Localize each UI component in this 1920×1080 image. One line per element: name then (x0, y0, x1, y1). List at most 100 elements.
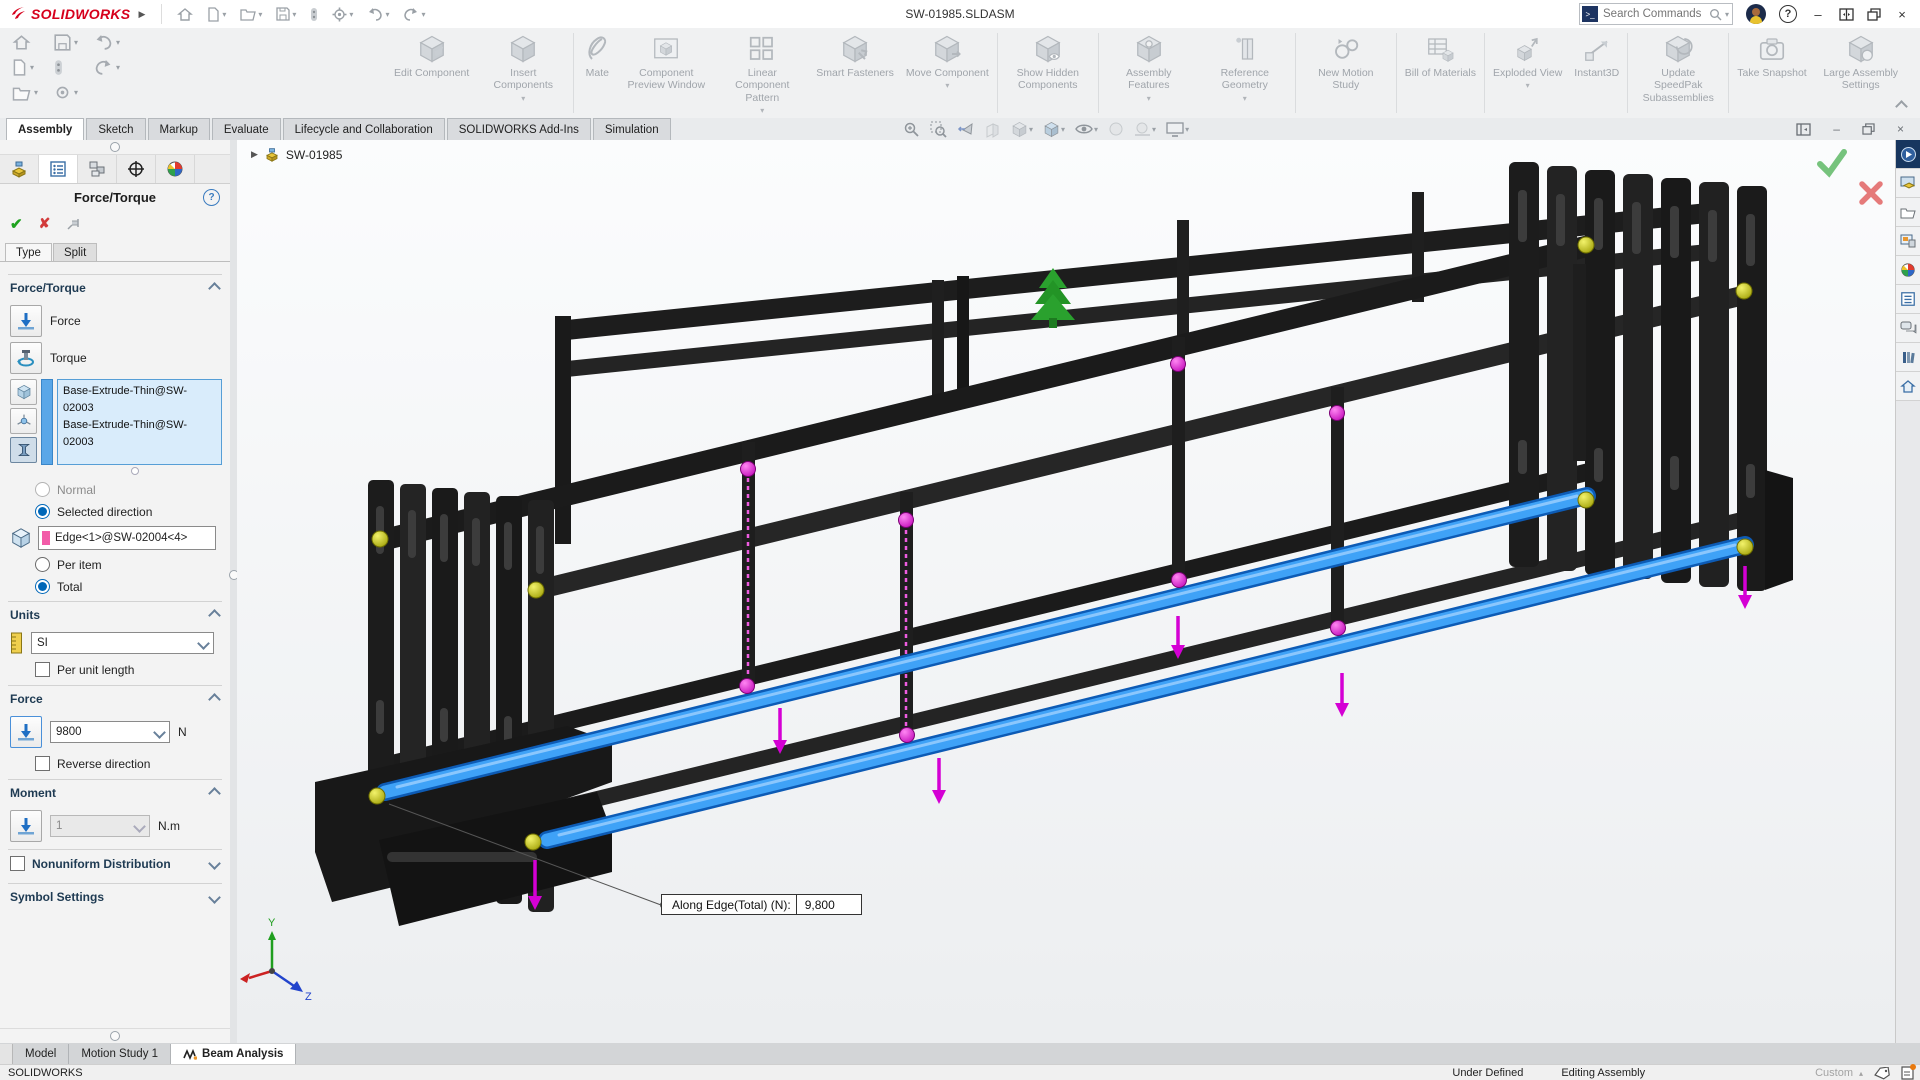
attach-button[interactable] (310, 7, 318, 22)
open-button-large[interactable]: ▾ (12, 84, 38, 101)
tab-design-library[interactable] (1896, 343, 1920, 372)
radio-row-per-item[interactable]: Per item (35, 557, 222, 572)
tab-scroll-button[interactable] (0, 1044, 13, 1064)
home-button-large[interactable] (12, 34, 38, 51)
tag-button[interactable] (1874, 1067, 1891, 1080)
undo-button-large[interactable]: ▾ (94, 34, 120, 51)
nonuniform-distribution-checkbox[interactable] (10, 856, 25, 871)
close-window-button[interactable]: × (1894, 7, 1910, 22)
mode-tab-type[interactable]: Type (5, 243, 52, 261)
tab-evaluate[interactable]: Evaluate (212, 118, 281, 140)
tab-propertymanager[interactable] (39, 155, 78, 183)
user-avatar[interactable] (1746, 4, 1766, 24)
hide-show-items-button[interactable]: ▾ (1072, 122, 1101, 136)
tab-configurationmanager[interactable] (78, 155, 117, 183)
undo-button[interactable]: ▾ (367, 8, 389, 21)
tab-file-explorer[interactable] (1896, 198, 1920, 227)
ribbon-linear-component-pattern[interactable]: Linear Component Pattern▾ (714, 31, 810, 116)
search-icon[interactable] (1709, 8, 1722, 21)
ribbon-new-motion-study[interactable]: New Motion Study (1298, 31, 1394, 92)
tab-appearances[interactable] (1896, 256, 1920, 285)
radio-row-normal[interactable]: Normal (35, 482, 222, 497)
restore-window-button[interactable] (1867, 8, 1881, 21)
per-unit-length-row[interactable]: Per unit length (35, 662, 222, 677)
torque-type-button[interactable] (10, 342, 42, 374)
selection-item[interactable]: Base-Extrude-Thin@SW-02003 (63, 383, 216, 417)
right-fin-block[interactable] (1509, 162, 1793, 591)
selected-direction-radio[interactable] (35, 504, 50, 519)
force-value-button[interactable] (10, 716, 42, 748)
search-dropdown-icon[interactable]: ▾ (1725, 10, 1729, 19)
direction-reference-box[interactable]: Edge<1>@SW-02004<4> (38, 526, 216, 550)
ok-button[interactable]: ✔ (10, 215, 23, 233)
collapse-ribbon-button[interactable] (1897, 100, 1906, 114)
breadcrumb[interactable]: ▶ SW-01985 (251, 147, 342, 162)
tab-view-palette[interactable] (1896, 227, 1920, 256)
select-beam-filter-button[interactable] (10, 437, 37, 463)
document-close-button[interactable]: × (1897, 122, 1904, 136)
home-button[interactable] (177, 7, 193, 22)
splitter-handle-icon[interactable] (110, 1031, 120, 1041)
new-document-dropdown-icon[interactable]: ▾ (222, 10, 226, 19)
redo-button-large[interactable]: ▾ (94, 59, 120, 76)
group-units[interactable]: Units (8, 601, 222, 627)
left-fin-block[interactable] (315, 480, 612, 926)
ribbon-component-preview-window[interactable]: Component Preview Window (618, 31, 714, 92)
new-document-button[interactable]: ▾ (207, 7, 226, 22)
search-commands-input[interactable] (1601, 7, 1709, 21)
ribbon-instant3d[interactable]: Instant3D (1568, 31, 1625, 79)
notifications-button[interactable] (1901, 1066, 1914, 1080)
per-unit-length-checkbox[interactable] (35, 662, 50, 677)
tab-beam-analysis[interactable]: Beam Analysis (171, 1044, 296, 1064)
attach-button-large[interactable] (54, 59, 78, 76)
pane-toggle-button[interactable] (1796, 123, 1811, 136)
display-style-button[interactable]: ▾ (1040, 121, 1068, 138)
view-orientation-button[interactable]: ▾ (1008, 121, 1036, 138)
tab-3dexperience[interactable] (1896, 140, 1920, 169)
tab-featuremanager[interactable] (0, 155, 39, 183)
ribbon-insert-components[interactable]: Insert Components▾ (475, 31, 571, 103)
confirmation-ok-button[interactable] (1815, 148, 1849, 178)
tab-simulation[interactable]: Simulation (593, 118, 671, 140)
tab-dimxpertmanager[interactable] (117, 155, 156, 183)
logo-expand-arrow-icon[interactable]: ▶ (138, 9, 145, 20)
ribbon-take-snapshot[interactable]: Take Snapshot (1731, 31, 1812, 79)
cancel-button[interactable]: ✘ (39, 215, 51, 232)
options-gear-button[interactable]: ▾ (332, 7, 353, 22)
previous-view-button[interactable] (954, 121, 977, 138)
normal-radio[interactable] (35, 482, 50, 497)
options-dropdown-icon[interactable]: ▾ (349, 10, 353, 19)
confirmation-cancel-button[interactable] (1858, 180, 1884, 206)
split-pane-button[interactable] (1839, 8, 1854, 21)
ribbon-move-component[interactable]: Move Component▾ (900, 31, 995, 91)
tab-custom-properties[interactable] (1896, 285, 1920, 314)
options-gear-button-large[interactable]: ▾ (54, 84, 78, 101)
ribbon-large-assembly-settings[interactable]: Large Assembly Settings (1813, 31, 1909, 92)
group-force[interactable]: Force (8, 685, 222, 711)
edit-appearance-button[interactable] (1105, 121, 1127, 137)
select-face-filter-button[interactable] (10, 379, 37, 405)
tab-motion-study-1[interactable]: Motion Study 1 (69, 1044, 171, 1064)
mode-tab-split[interactable]: Split (53, 243, 97, 261)
radio-row-selected-direction[interactable]: Selected direction (35, 504, 222, 519)
save-dropdown-icon[interactable]: ▾ (292, 10, 296, 19)
document-restore-button[interactable] (1862, 123, 1875, 135)
group-moment[interactable]: Moment (8, 779, 222, 805)
undo-dropdown-icon[interactable]: ▾ (385, 10, 389, 19)
custom-dropdown-icon[interactable]: ▴ (1859, 1069, 1863, 1078)
ribbon-show-hidden-components[interactable]: Show Hidden Components (1000, 31, 1096, 92)
ribbon-exploded-view[interactable]: Exploded View▾ (1487, 31, 1568, 91)
listbox-resize-handle[interactable] (48, 467, 222, 475)
per-item-radio[interactable] (35, 557, 50, 572)
selected-beam-front[interactable] (547, 545, 1745, 840)
tab-home[interactable] (1896, 372, 1920, 401)
redo-dropdown-icon[interactable]: ▾ (421, 10, 425, 19)
ribbon-bill-of-materials[interactable]: Bill of Materials (1399, 31, 1482, 79)
radio-row-total[interactable]: Total (35, 579, 222, 594)
tab-solidworks-resources[interactable] (1896, 169, 1920, 198)
upper-chords[interactable] (387, 234, 1749, 600)
ribbon-edit-component[interactable]: Edit Component (388, 31, 475, 79)
search-commands-box[interactable]: >_ ▾ (1579, 3, 1733, 25)
force-callout-value[interactable]: 9,800 (797, 894, 862, 915)
status-custom-selector[interactable]: Custom (1815, 1067, 1853, 1079)
